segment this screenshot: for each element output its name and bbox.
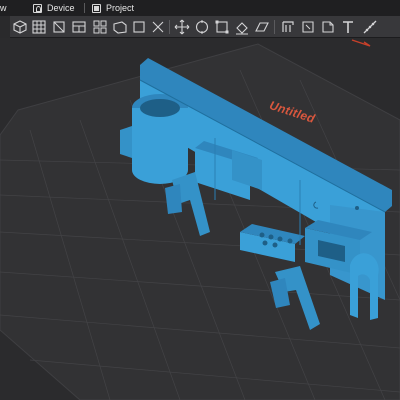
orient-icon[interactable] bbox=[51, 19, 67, 35]
tab-label: Project bbox=[106, 3, 135, 13]
tab-preview[interactable]: w bbox=[0, 0, 7, 16]
3d-viewport[interactable]: Untitled bbox=[0, 38, 400, 400]
toolbar-separator bbox=[169, 20, 170, 34]
measure-icon[interactable] bbox=[362, 19, 378, 35]
tab-device[interactable]: Device bbox=[33, 0, 75, 16]
lay-on-face-icon[interactable] bbox=[234, 19, 250, 35]
color-paint-icon[interactable] bbox=[320, 19, 336, 35]
support-paint-icon[interactable] bbox=[280, 19, 296, 35]
tab-project[interactable]: Project bbox=[92, 0, 134, 16]
view-cube-icon[interactable] bbox=[12, 19, 28, 35]
tab-divider bbox=[84, 3, 85, 13]
grid-arrange-icon[interactable] bbox=[31, 19, 47, 35]
device-icon bbox=[33, 3, 42, 13]
cut-icon[interactable] bbox=[150, 19, 166, 35]
move-icon[interactable] bbox=[174, 19, 190, 35]
build-plate-scene bbox=[0, 39, 400, 400]
project-icon bbox=[92, 3, 101, 13]
tile-view-icon[interactable] bbox=[92, 19, 108, 35]
text-icon[interactable] bbox=[340, 19, 356, 35]
origin-arrow-icon bbox=[351, 39, 371, 47]
split-icon[interactable] bbox=[254, 19, 270, 35]
tab-label: Device bbox=[47, 3, 75, 13]
scale-icon[interactable] bbox=[214, 19, 230, 35]
plate-icon[interactable] bbox=[131, 19, 147, 35]
bounding-box-icon[interactable] bbox=[112, 19, 128, 35]
layout-icon[interactable] bbox=[71, 19, 87, 35]
main-toolbar bbox=[10, 16, 400, 38]
top-tab-bar: w Device Project bbox=[0, 0, 400, 16]
tab-label: w bbox=[0, 3, 7, 13]
toolbar-separator bbox=[274, 20, 275, 34]
seam-paint-icon[interactable] bbox=[300, 19, 316, 35]
slicer-window: w Device Project Untitled bbox=[0, 0, 400, 400]
rotate-icon[interactable] bbox=[194, 19, 210, 35]
